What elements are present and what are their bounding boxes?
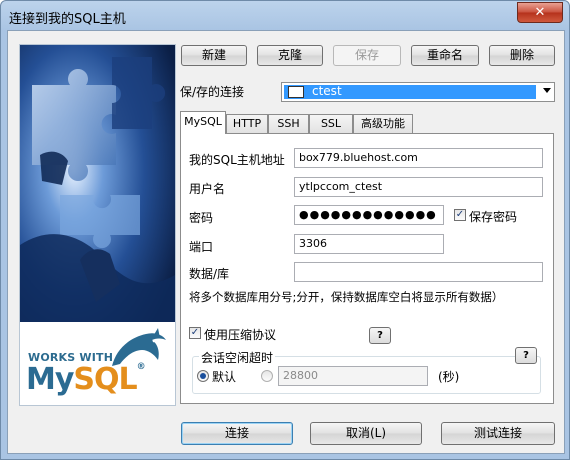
- tab-advanced[interactable]: 高级功能: [353, 114, 413, 133]
- window-title: 连接到我的SQL主机: [9, 12, 126, 27]
- close-icon: ✕: [534, 5, 546, 20]
- connect-button[interactable]: 连接: [181, 422, 293, 445]
- close-button[interactable]: ✕: [517, 2, 563, 23]
- default-timeout-label: 默认: [212, 370, 237, 384]
- tab-ssh[interactable]: SSH: [268, 114, 309, 133]
- help-icon: ?: [377, 330, 383, 341]
- dialog-window: 连接到我的SQL主机 ✕ WORKS WITH MySQL® 新建 克隆 保存 …: [0, 0, 570, 460]
- mysql-wordmark: MySQL®: [26, 362, 146, 397]
- test-connection-button[interactable]: 测试连接: [441, 422, 555, 445]
- clone-button[interactable]: 克隆: [257, 45, 323, 66]
- host-label: 我的SQL主机地址: [189, 153, 285, 167]
- dialog-body: WORKS WITH MySQL® 新建 克隆 保存 重命名 删除 保/存的连接…: [7, 30, 565, 454]
- database-label: 数据/库: [189, 267, 230, 281]
- save-button[interactable]: 保存: [333, 45, 401, 66]
- database-input[interactable]: [294, 262, 543, 282]
- default-timeout-radio[interactable]: [197, 370, 209, 382]
- idle-timeout-help-button[interactable]: ?: [515, 347, 537, 364]
- title-bar[interactable]: 连接到我的SQL主机 ✕: [1, 1, 569, 31]
- help-icon: ?: [523, 350, 529, 361]
- saved-connections-select[interactable]: ctest: [281, 82, 555, 102]
- delete-button[interactable]: 删除: [489, 45, 555, 66]
- connection-color-swatch: [288, 86, 304, 98]
- cancel-button[interactable]: 取消(L): [310, 422, 422, 445]
- seconds-label: (秒): [438, 370, 460, 384]
- password-input[interactable]: ●●●●●●●●●●●●●: [294, 205, 444, 225]
- save-password-label: 保存密码: [469, 210, 518, 224]
- compression-label: 使用压缩协议: [204, 328, 277, 342]
- idle-timeout-label: 会话空闲超时: [199, 349, 276, 366]
- selected-connection: ctest: [284, 84, 536, 99]
- compression-checkbox[interactable]: ✓: [189, 327, 201, 339]
- password-label: 密码: [189, 211, 214, 225]
- tab-ssl[interactable]: SSL: [309, 114, 353, 133]
- saved-connections-label: 保/存的连接: [180, 85, 245, 99]
- tab-http[interactable]: HTTP: [226, 114, 268, 133]
- rename-button[interactable]: 重命名: [411, 45, 479, 66]
- tab-mysql[interactable]: MySQL: [180, 111, 226, 134]
- new-button[interactable]: 新建: [181, 45, 247, 66]
- username-label: 用户名: [189, 182, 226, 196]
- side-banner: WORKS WITH MySQL®: [19, 44, 176, 406]
- puzzle-image: [20, 45, 175, 322]
- database-hint: 将多个数据库用分号;分开，保持数据库空白将显示所有数据）: [189, 290, 504, 304]
- chevron-down-icon[interactable]: [543, 88, 551, 93]
- mysql-logo: WORKS WITH MySQL®: [20, 322, 175, 405]
- compression-help-button[interactable]: ?: [369, 327, 391, 344]
- port-label: 端口: [189, 240, 214, 254]
- custom-timeout-radio[interactable]: [261, 370, 273, 382]
- port-input[interactable]: 3306: [294, 234, 444, 254]
- host-input[interactable]: box779.bluehost.com: [294, 148, 543, 168]
- username-input[interactable]: ytlpccom_ctest: [294, 177, 543, 197]
- timeout-input[interactable]: 28800: [278, 366, 428, 386]
- save-password-checkbox[interactable]: ✓: [454, 209, 466, 221]
